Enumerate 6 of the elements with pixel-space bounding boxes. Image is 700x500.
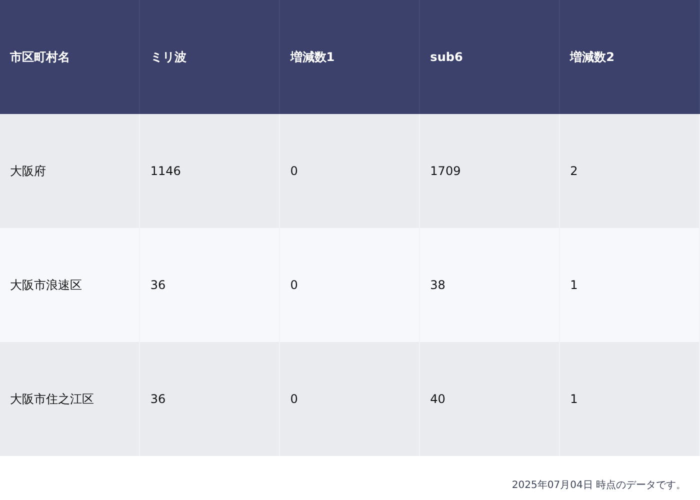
table-cell: 40 [420,342,560,456]
footnote: 2025年07月04日 時点のデータです。 [512,478,686,493]
table-cell: 1 [560,342,700,456]
table-cell: 0 [280,342,420,456]
table-cell: 大阪市住之江区 [0,342,140,456]
table-cell: 36 [140,342,280,456]
